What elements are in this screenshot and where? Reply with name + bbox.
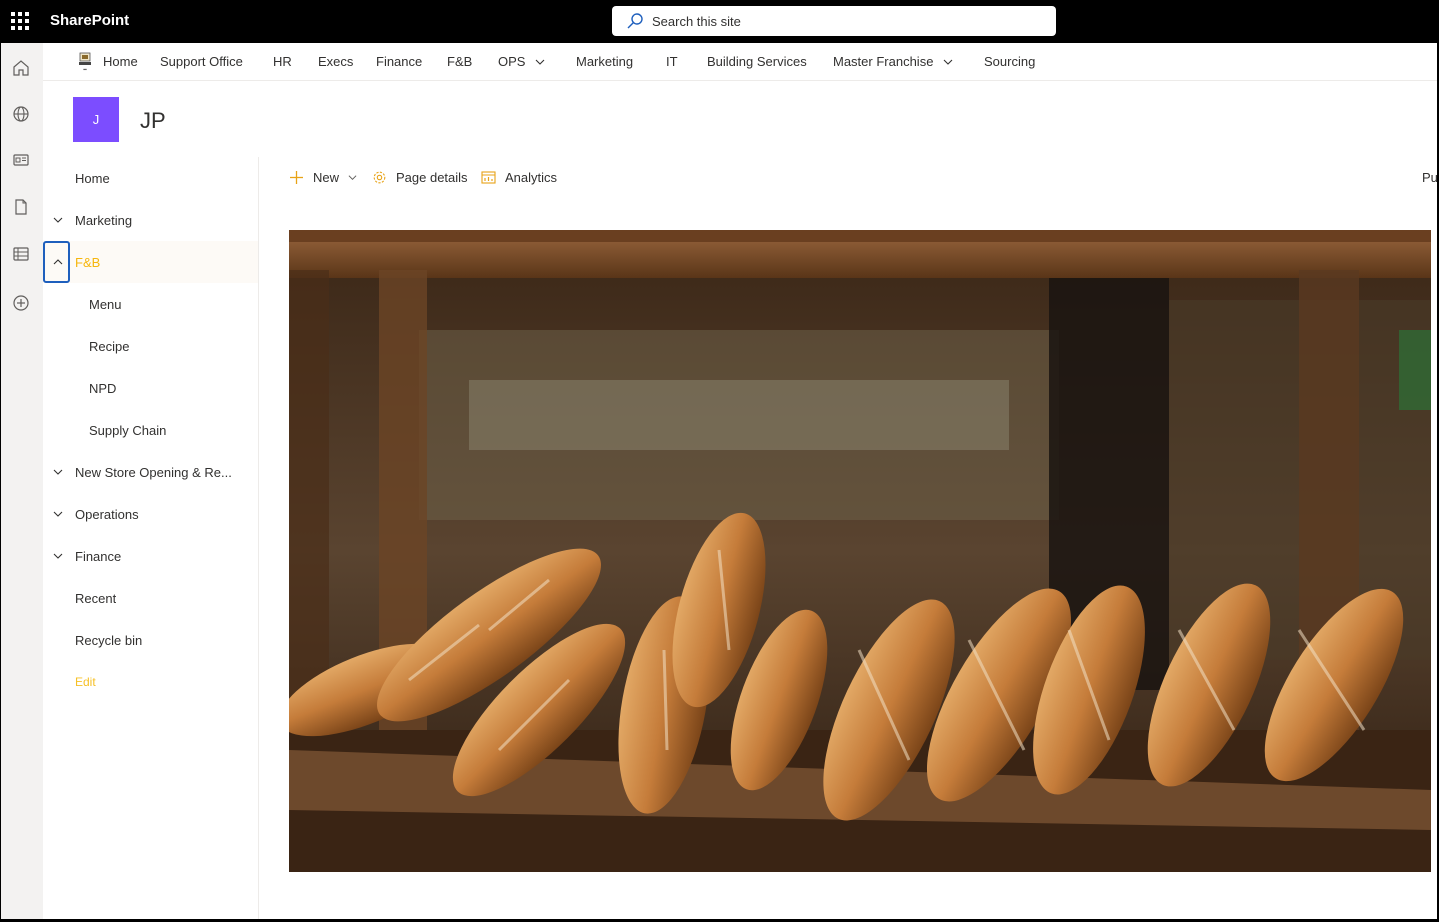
site-search-box[interactable] [612, 6, 1056, 36]
hub-item-it[interactable]: IT [666, 54, 678, 69]
nav-item-recycle-bin[interactable]: Recycle bin [43, 619, 258, 661]
nav-item-recipe[interactable]: Recipe [43, 325, 258, 367]
search-input[interactable] [652, 13, 1032, 29]
nav-edit-link[interactable]: Edit [43, 661, 258, 703]
chevron-down-icon[interactable] [51, 549, 65, 563]
nav-item-finance[interactable]: Finance [43, 535, 258, 577]
nav-item-home[interactable]: Home [43, 157, 258, 199]
gear-icon [373, 171, 386, 184]
app-bar [1, 43, 43, 919]
nav-item-label: Supply Chain [89, 422, 167, 438]
hub-item-hr[interactable]: HR [273, 54, 292, 69]
hub-item-label: Building Services [707, 54, 807, 69]
nav-item-marketing[interactable]: Marketing [43, 199, 258, 241]
nav-edit-label: Edit [75, 675, 96, 689]
sharepoint-frame: ▪▪ Home Support Office HR Execs Finance … [1, 43, 1438, 919]
hub-item-finance[interactable]: Finance [376, 54, 422, 69]
hub-item-label: Execs [318, 54, 354, 69]
search-icon [627, 13, 643, 29]
hero-image [289, 230, 1431, 872]
chevron-down-icon [536, 59, 545, 65]
globe-icon[interactable] [10, 103, 32, 125]
new-button[interactable]: New [289, 170, 357, 185]
hub-item-sourcing[interactable]: Sourcing [984, 54, 1035, 69]
add-icon[interactable] [10, 292, 32, 314]
command-bar: New Page details Analytics Pu [260, 157, 1438, 199]
svg-text:▪▪: ▪▪ [83, 67, 87, 72]
app-launcher-icon[interactable] [11, 12, 29, 30]
home-icon[interactable] [10, 57, 32, 79]
hub-item-marketing[interactable]: Marketing [576, 54, 633, 69]
nav-item-label: Marketing [75, 212, 133, 228]
hub-item-label: Home [103, 54, 138, 69]
page-details-label: Page details [396, 170, 468, 185]
analytics-button[interactable]: Analytics [481, 170, 557, 185]
hub-item-label: HR [273, 54, 292, 69]
nav-item-label: NPD [89, 380, 117, 396]
nav-item-npd[interactable]: NPD [43, 367, 258, 409]
nav-item-label: Recent [75, 590, 117, 606]
site-title[interactable]: JP [140, 108, 166, 134]
analytics-label: Analytics [505, 170, 558, 185]
hub-item-support-office[interactable]: Support Office [160, 54, 243, 69]
nav-item-fb[interactable]: F&B [43, 241, 258, 283]
site-logo[interactable]: J [73, 97, 119, 142]
chevron-down-icon[interactable] [51, 465, 65, 479]
analytics-icon [481, 171, 496, 184]
chevron-down-icon [944, 59, 953, 65]
nav-item-supply-chain[interactable]: Supply Chain [43, 409, 258, 451]
baguettes-image [289, 230, 1431, 872]
nav-item-recent[interactable]: Recent [43, 577, 258, 619]
hub-navigation: ▪▪ Home Support Office HR Execs Finance … [43, 43, 1437, 81]
plus-icon [290, 171, 303, 184]
site-header: J JP [43, 81, 1437, 157]
nav-item-label: Recipe [89, 338, 130, 354]
nav-item-label: Finance [75, 548, 122, 564]
list-icon[interactable] [10, 243, 32, 265]
suite-bar: SharePoint [0, 0, 1439, 43]
news-icon[interactable] [10, 149, 32, 171]
hub-item-label: F&B [447, 54, 473, 69]
nav-item-new-store-opening[interactable]: New Store Opening & Re... [43, 451, 258, 493]
nav-item-label: New Store Opening & Re... [75, 464, 232, 480]
chevron-down-icon [348, 175, 357, 181]
page-details-button[interactable]: Page details [372, 170, 468, 185]
hub-logo-icon[interactable]: ▪▪ [77, 52, 93, 72]
hub-item-label: Support Office [160, 54, 243, 69]
hub-item-fb[interactable]: F&B [447, 54, 472, 69]
chevron-down-icon[interactable] [51, 507, 65, 521]
hub-item-building-services[interactable]: Building Services [707, 54, 807, 69]
hub-item-label: Marketing [576, 54, 634, 69]
nav-item-menu[interactable]: Menu [43, 283, 258, 325]
hub-item-label: OPS [498, 54, 526, 69]
publish-button[interactable]: Pu [1422, 170, 1438, 185]
nav-item-label: Recycle bin [75, 632, 143, 648]
hub-item-home[interactable]: Home [103, 54, 138, 69]
hub-item-label: Finance [376, 54, 423, 69]
hub-item-execs[interactable]: Execs [318, 54, 353, 69]
nav-item-label: Menu [89, 296, 122, 312]
hub-item-label: Sourcing [984, 54, 1036, 69]
new-label: New [313, 170, 340, 185]
nav-item-operations[interactable]: Operations [43, 493, 258, 535]
hub-item-label: IT [666, 54, 678, 69]
nav-item-label: Home [75, 170, 110, 186]
hub-item-label: Master Franchise [833, 54, 934, 69]
chevron-down-icon[interactable] [51, 213, 65, 227]
brand-name[interactable]: SharePoint [50, 12, 129, 29]
document-icon[interactable] [10, 196, 32, 218]
hub-item-master-franchise[interactable]: Master Franchise [833, 54, 953, 69]
nav-item-label: Operations [75, 506, 139, 522]
chevron-up-icon[interactable] [51, 255, 65, 269]
hub-item-ops[interactable]: OPS [498, 54, 545, 69]
quick-launch-nav: Home Marketing F&B Menu Recipe NPD Suppl… [43, 157, 259, 919]
nav-item-label: F&B [75, 254, 101, 270]
